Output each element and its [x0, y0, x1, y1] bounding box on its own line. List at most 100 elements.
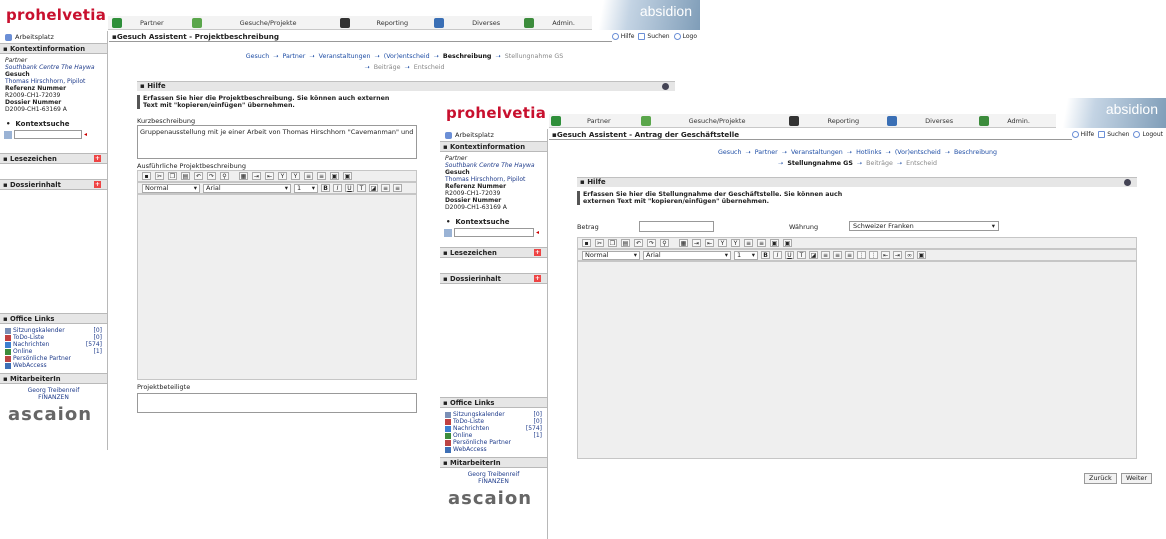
waehrung-select[interactable]: Schweizer Franken ▾	[849, 221, 999, 231]
bold-icon[interactable]: B	[761, 251, 770, 259]
office-link-item[interactable]: Persönliche Partner	[5, 355, 102, 362]
menu-reporting[interactable]: Reporting	[789, 115, 859, 126]
arbeitsplatz-link[interactable]: Arbeitsplatz	[0, 31, 107, 43]
office-link-item[interactable]: ToDo-Liste [0]	[445, 418, 542, 425]
expand-icon[interactable]: +	[94, 181, 101, 188]
bold-icon[interactable]: B	[321, 184, 330, 192]
align-center-icon[interactable]: ≡	[393, 184, 402, 192]
wizard-step[interactable]: Hotlinks	[856, 147, 881, 158]
cut-icon[interactable]: ✂	[155, 172, 164, 180]
bg-color-icon[interactable]: ◪	[809, 251, 818, 259]
delete-col-icon[interactable]: ⇤	[265, 172, 274, 180]
font-select[interactable]: Arial ▾	[203, 183, 291, 193]
wizard-step[interactable]: (Vor)entscheid	[384, 51, 430, 62]
find-icon[interactable]: ⚲	[220, 172, 229, 180]
style-select[interactable]: Normal ▾	[142, 183, 200, 193]
menu-partner[interactable]: Partner	[112, 17, 164, 28]
underline-icon[interactable]: U	[785, 251, 794, 259]
search-context-icon[interactable]	[4, 130, 12, 139]
text-color-icon[interactable]: T	[797, 251, 806, 259]
paste-icon[interactable]: ▤	[621, 239, 630, 247]
link-icon[interactable]: ∞	[905, 251, 914, 259]
cell-icon[interactable]: ▣	[330, 172, 339, 180]
dossierinhalt-section[interactable]: ▪ Dossierinhalt +	[0, 179, 107, 190]
ordered-list-icon[interactable]: ⋮	[857, 251, 866, 259]
row2-icon[interactable]: ≡	[317, 172, 326, 180]
align-left-icon[interactable]: ≡	[381, 184, 390, 192]
arbeitsplatz-link[interactable]: Arbeitsplatz	[440, 129, 547, 141]
outdent-icon[interactable]: ⇤	[881, 251, 890, 259]
partner-link[interactable]: Southbank Centre The Haywa	[445, 162, 542, 169]
kurzbeschreibung-input[interactable]: Gruppenausstellung mit je einer Arbeit v…	[137, 125, 417, 159]
office-link-item[interactable]: Online [1]	[5, 348, 102, 355]
indent-icon[interactable]: ⇥	[893, 251, 902, 259]
bg-color-icon[interactable]: ◪	[369, 184, 378, 192]
help-toggle-icon[interactable]	[1124, 179, 1131, 186]
office-link-item[interactable]: Sitzungskalender [0]	[445, 411, 542, 418]
menu-partner[interactable]: Partner	[551, 115, 611, 126]
italic-icon[interactable]: I	[773, 251, 782, 259]
hilfe-button[interactable]: Hilfe	[1071, 131, 1094, 138]
menu-reporting[interactable]: Reporting	[340, 17, 408, 28]
expand-icon[interactable]: +	[534, 249, 541, 256]
size-select[interactable]: 1 ▾	[734, 250, 758, 260]
projektbeteiligte-input[interactable]	[137, 393, 417, 413]
stellungnahme-editor[interactable]	[577, 261, 1137, 459]
row-icon[interactable]: ≡	[744, 239, 753, 247]
office-link-item[interactable]: WebAccess	[5, 362, 102, 369]
redo-icon[interactable]: ↷	[647, 239, 656, 247]
size-select[interactable]: 1 ▾	[294, 183, 318, 193]
dossierinhalt-section[interactable]: ▪ Dossierinhalt +	[440, 273, 547, 284]
merge-icon[interactable]: Y	[731, 239, 740, 247]
search-context-icon[interactable]	[444, 228, 452, 237]
lesezeichen-section[interactable]: ▪ Lesezeichen +	[440, 247, 547, 258]
underline-icon[interactable]: U	[345, 184, 354, 192]
logout-button[interactable]: Logo	[673, 33, 697, 40]
betrag-input[interactable]	[639, 221, 714, 232]
gesuch-link[interactable]: Thomas Hirschhorn, Pipilot	[5, 78, 102, 85]
logout-button[interactable]: Logout	[1133, 131, 1163, 138]
wizard-step[interactable]: Stellungnahme GS	[787, 158, 853, 169]
zurueck-button[interactable]: Zurück	[1084, 473, 1117, 484]
split-icon[interactable]: Y	[718, 239, 727, 247]
wizard-step[interactable]: Partner	[282, 51, 305, 62]
ausfuehrlich-editor[interactable]	[137, 194, 417, 380]
suchen-button[interactable]: Suchen	[638, 33, 670, 40]
weiter-button[interactable]: Weiter	[1121, 473, 1153, 484]
office-link-item[interactable]: Sitzungskalender [0]	[5, 327, 102, 334]
menu-gesuche[interactable]: Gesuche/Projekte	[640, 115, 745, 126]
wizard-step[interactable]: Beschreibung	[443, 51, 492, 62]
unordered-list-icon[interactable]: ⋮	[869, 251, 878, 259]
suchen-button[interactable]: Suchen	[1098, 131, 1129, 138]
italic-icon[interactable]: I	[333, 184, 342, 192]
text-color-icon[interactable]: T	[357, 184, 366, 192]
expand-icon[interactable]: +	[534, 275, 541, 282]
undo-icon[interactable]: ↶	[634, 239, 643, 247]
paste-icon[interactable]: ▤	[181, 172, 190, 180]
split-icon[interactable]: Y	[278, 172, 287, 180]
image-insert-icon[interactable]: ▣	[917, 251, 926, 259]
office-link-item[interactable]: Nachrichten [574]	[445, 425, 542, 432]
font-select[interactable]: Arial ▾	[643, 250, 731, 260]
table-icon[interactable]: ▦	[679, 239, 688, 247]
align-right-icon[interactable]: ≡	[845, 251, 854, 259]
menu-diverses[interactable]: Diverses	[434, 17, 500, 28]
row-icon[interactable]: ≡	[304, 172, 313, 180]
lesezeichen-section[interactable]: ▪ Lesezeichen +	[0, 153, 107, 164]
partner-link[interactable]: Southbank Centre The Haywa	[5, 64, 102, 71]
office-link-item[interactable]: Online [1]	[445, 432, 542, 439]
office-link-item[interactable]: ToDo-Liste [0]	[5, 334, 102, 341]
save-icon[interactable]: ▪	[582, 239, 591, 247]
wizard-step[interactable]: Partner	[755, 147, 778, 158]
wizard-step[interactable]: Veranstaltungen	[319, 51, 371, 62]
hilfe-button[interactable]: Hilfe	[611, 33, 634, 40]
row2-icon[interactable]: ≡	[757, 239, 766, 247]
image-icon[interactable]: ▣	[783, 239, 792, 247]
align-left-icon[interactable]: ≡	[821, 251, 830, 259]
menu-diverses[interactable]: Diverses	[887, 115, 953, 126]
align-center-icon[interactable]: ≡	[833, 251, 842, 259]
save-icon[interactable]: ▪	[142, 172, 151, 180]
office-link-item[interactable]: Persönliche Partner	[445, 439, 542, 446]
copy-icon[interactable]: ❐	[168, 172, 177, 180]
kontextsuche-input[interactable]	[454, 228, 534, 237]
